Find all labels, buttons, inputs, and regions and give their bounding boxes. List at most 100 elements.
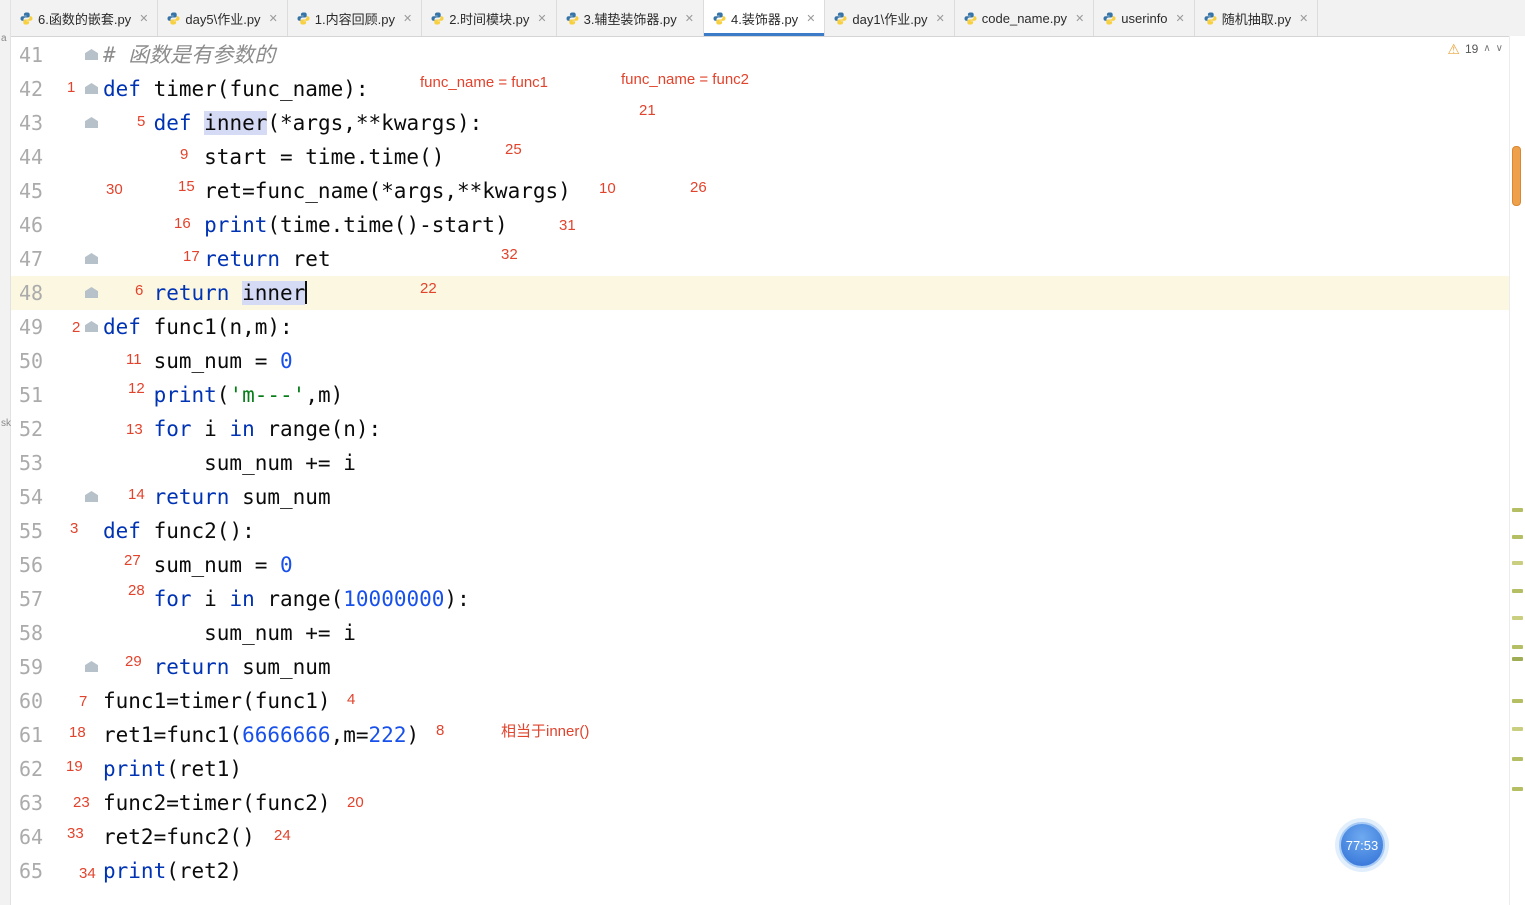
tab-3.辅垫装饰器.py[interactable]: 3.辅垫装饰器.py ✕ [557, 0, 704, 36]
code-text[interactable]: ret2=func2() [103, 820, 255, 854]
tab-userinfo[interactable]: userinfo ✕ [1094, 0, 1195, 36]
prev-issue-icon[interactable]: ∧ [1483, 44, 1490, 54]
stripe-mark[interactable] [1512, 535, 1523, 539]
code-text[interactable]: sum_num += i [103, 446, 356, 480]
stripe-mark[interactable] [1512, 508, 1523, 512]
code-line-62[interactable]: 62 print(ret1) [11, 752, 1525, 786]
fold-marker-icon[interactable] [85, 491, 98, 502]
code-text[interactable]: ret=func_name(*args,**kwargs) [103, 174, 571, 208]
code-line-47[interactable]: 47 return ret [11, 242, 1525, 276]
stripe-mark[interactable] [1512, 757, 1523, 761]
code-line-54[interactable]: 54 return sum_num [11, 480, 1525, 514]
stripe-mark[interactable] [1512, 727, 1523, 731]
stripe-mark[interactable] [1512, 561, 1523, 565]
code-line-41[interactable]: 41 # 函数是有参数的 [11, 38, 1525, 72]
code-line-42[interactable]: 42 def timer(func_name): [11, 72, 1525, 106]
tab-close-icon[interactable]: ✕ [1075, 12, 1084, 25]
code-line-57[interactable]: 57 for i in range(10000000): [11, 582, 1525, 616]
line-number[interactable]: 45 [11, 174, 103, 208]
line-number[interactable]: 51 [11, 378, 103, 412]
code-text[interactable]: func1=timer(func1) [103, 684, 331, 718]
tab-code_name.py[interactable]: code_name.py ✕ [955, 0, 1095, 36]
line-number[interactable]: 43 [11, 106, 103, 140]
code-text[interactable]: sum_num += i [103, 616, 356, 650]
code-line-61[interactable]: 61 ret1=func1(6666666,m=222) [11, 718, 1525, 752]
tab-close-icon[interactable]: ✕ [806, 12, 815, 25]
tab-day1\作业.py[interactable]: day1\作业.py ✕ [825, 0, 955, 36]
code-text[interactable]: for i in range(10000000): [103, 582, 470, 616]
code-line-55[interactable]: 55 def func2(): [11, 514, 1525, 548]
stripe-mark[interactable] [1512, 616, 1523, 620]
code-line-50[interactable]: 50 sum_num = 0 [11, 344, 1525, 378]
line-number[interactable]: 59 [11, 650, 103, 684]
error-stripe[interactable] [1509, 36, 1525, 905]
line-number[interactable]: 49 [11, 310, 103, 344]
code-text[interactable]: print(ret1) [103, 752, 242, 786]
line-number[interactable]: 61 [11, 718, 103, 752]
code-line-65[interactable]: 65 print(ret2) [11, 854, 1525, 888]
code-line-46[interactable]: 46 print(time.time()-start) [11, 208, 1525, 242]
tab-close-icon[interactable]: ✕ [269, 12, 278, 25]
code-text[interactable]: func2=timer(func2) [103, 786, 331, 820]
stripe-mark[interactable] [1512, 657, 1523, 661]
line-number[interactable]: 58 [11, 616, 103, 650]
code-line-63[interactable]: 63 func2=timer(func2) [11, 786, 1525, 820]
code-line-56[interactable]: 56 sum_num = 0 [11, 548, 1525, 582]
code-line-52[interactable]: 52 for i in range(n): [11, 412, 1525, 446]
code-text[interactable]: sum_num = 0 [103, 548, 293, 582]
line-number[interactable]: 41 [11, 38, 103, 72]
line-number[interactable]: 63 [11, 786, 103, 820]
line-number[interactable]: 52 [11, 412, 103, 446]
next-issue-icon[interactable]: ∨ [1496, 44, 1503, 54]
tab-close-icon[interactable]: ✕ [936, 12, 945, 25]
line-number[interactable]: 62 [11, 752, 103, 786]
line-number[interactable]: 48 [11, 276, 103, 310]
tab-1.内容回顾.py[interactable]: 1.内容回顾.py ✕ [288, 0, 423, 36]
line-number[interactable]: 56 [11, 548, 103, 582]
line-number[interactable]: 44 [11, 140, 103, 174]
line-number[interactable]: 42 [11, 72, 103, 106]
code-text[interactable]: start = time.time() [103, 140, 444, 174]
line-number[interactable]: 64 [11, 820, 103, 854]
code-text[interactable]: def inner(*args,**kwargs): [103, 106, 482, 140]
code-line-44[interactable]: 44 start = time.time() [11, 140, 1525, 174]
line-number[interactable]: 50 [11, 344, 103, 378]
tab-4.装饰器.py[interactable]: 4.装饰器.py ✕ [704, 0, 826, 36]
line-number[interactable]: 57 [11, 582, 103, 616]
tab-close-icon[interactable]: ✕ [685, 12, 694, 25]
code-text[interactable]: print(ret2) [103, 854, 242, 888]
line-number[interactable]: 65 [11, 854, 103, 888]
code-text[interactable]: return sum_num [103, 480, 331, 514]
code-line-43[interactable]: 43 def inner(*args,**kwargs): [11, 106, 1525, 140]
fold-marker-icon[interactable] [85, 321, 98, 332]
code-text[interactable]: return ret [103, 242, 330, 276]
code-line-49[interactable]: 49 def func1(n,m): [11, 310, 1525, 344]
inspections-widget[interactable]: ⚠ 19 ∧ ∨ [1447, 42, 1503, 56]
fold-marker-icon[interactable] [85, 49, 98, 60]
code-line-58[interactable]: 58 sum_num += i [11, 616, 1525, 650]
code-line-53[interactable]: 53 sum_num += i [11, 446, 1525, 480]
line-number[interactable]: 55 [11, 514, 103, 548]
code-line-59[interactable]: 59 return sum_num [11, 650, 1525, 684]
line-number[interactable]: 53 [11, 446, 103, 480]
code-line-60[interactable]: 60 func1=timer(func1) [11, 684, 1525, 718]
fold-marker-icon[interactable] [85, 287, 98, 298]
tab-close-icon[interactable]: ✕ [1176, 12, 1185, 25]
code-line-51[interactable]: 51 print('m---',m) [11, 378, 1525, 412]
stripe-mark[interactable] [1512, 589, 1523, 593]
tab-2.时间模块.py[interactable]: 2.时间模块.py ✕ [422, 0, 557, 36]
code-text[interactable]: print(time.time()-start) [103, 208, 507, 242]
code-text[interactable]: return inner [103, 276, 308, 310]
code-text[interactable]: def timer(func_name): [103, 72, 369, 106]
code-line-45[interactable]: 45 ret=func_name(*args,**kwargs) [11, 174, 1525, 208]
fold-marker-icon[interactable] [85, 83, 98, 94]
recording-timer-bubble[interactable]: 77:53 [1339, 822, 1385, 868]
code-text[interactable]: print('m---',m) [103, 378, 344, 412]
code-editor[interactable]: 41 # 函数是有参数的 42 def timer(func_name): 43 def… [11, 37, 1525, 905]
code-text[interactable]: return sum_num [103, 650, 331, 684]
code-text[interactable]: def func2(): [103, 514, 255, 548]
code-line-48[interactable]: 48 return inner [11, 276, 1525, 310]
line-number[interactable]: 47 [11, 242, 103, 276]
scrollbar-thumb[interactable] [1512, 146, 1521, 206]
tab-6.函数的嵌套.py[interactable]: 6.函数的嵌套.py ✕ [11, 0, 159, 36]
